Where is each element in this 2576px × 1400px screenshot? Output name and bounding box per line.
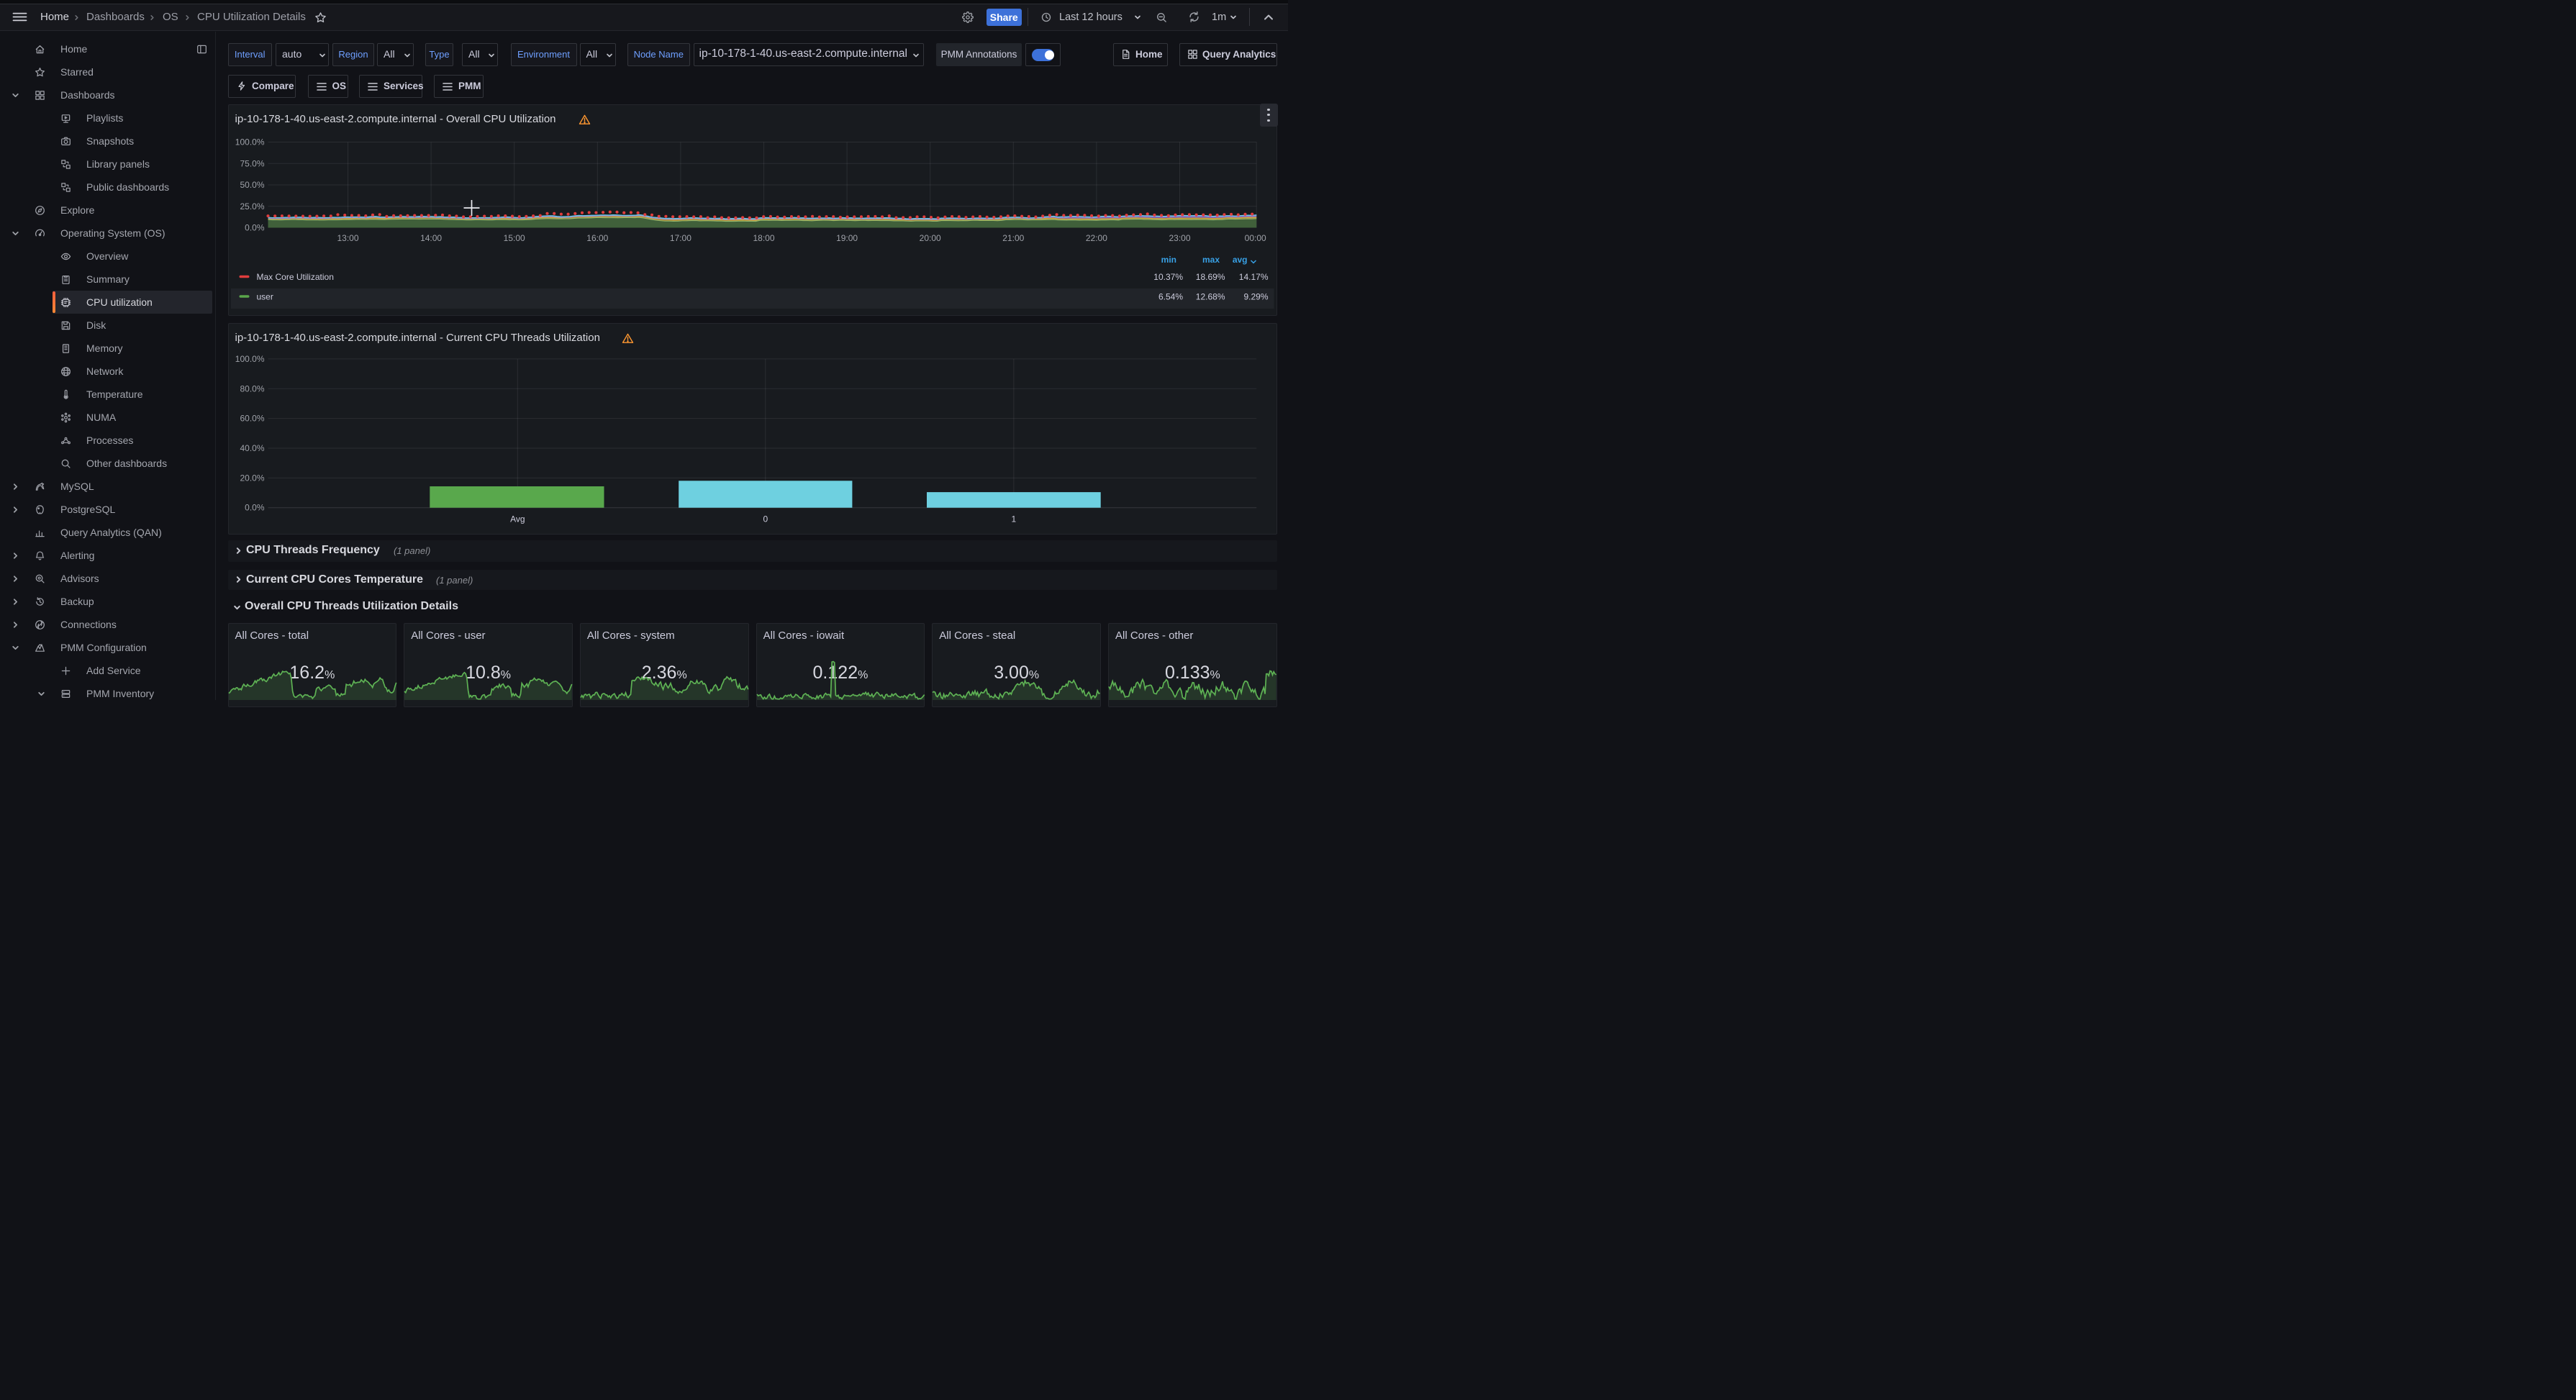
svg-text:0.0%: 0.0% <box>245 222 265 232</box>
svg-text:80.0%: 80.0% <box>240 383 264 394</box>
svg-text:22:00: 22:00 <box>1085 233 1107 243</box>
svg-text:18.69%: 18.69% <box>1195 271 1225 281</box>
svg-text:13:00: 13:00 <box>337 233 358 243</box>
svg-text:9.29%: 9.29% <box>1243 291 1268 301</box>
svg-text:Avg: Avg <box>510 514 525 524</box>
svg-text:user: user <box>256 291 273 301</box>
svg-text:12.68%: 12.68% <box>1195 291 1225 301</box>
svg-text:00:00: 00:00 <box>1244 233 1266 243</box>
svg-text:min: min <box>1161 255 1176 265</box>
svg-text:1: 1 <box>1011 514 1016 524</box>
svg-text:15:00: 15:00 <box>503 233 525 243</box>
svg-text:14:00: 14:00 <box>420 233 442 243</box>
svg-text:0: 0 <box>763 514 768 524</box>
svg-text:max: max <box>1202 255 1219 265</box>
svg-text:25.0%: 25.0% <box>240 201 264 211</box>
svg-text:10.37%: 10.37% <box>1153 271 1183 281</box>
svg-text:21:00: 21:00 <box>1002 233 1024 243</box>
svg-text:18:00: 18:00 <box>753 233 774 243</box>
svg-text:14.17%: 14.17% <box>1238 271 1268 281</box>
svg-text:40.0%: 40.0% <box>240 442 264 453</box>
svg-text:100.0%: 100.0% <box>235 353 264 363</box>
svg-text:17:00: 17:00 <box>669 233 691 243</box>
svg-text:avg: avg <box>1232 255 1247 265</box>
svg-text:6.54%: 6.54% <box>1158 291 1182 301</box>
svg-text:20.0%: 20.0% <box>240 473 264 483</box>
svg-text:60.0%: 60.0% <box>240 413 264 423</box>
svg-text:19:00: 19:00 <box>836 233 858 243</box>
svg-text:100.0%: 100.0% <box>235 137 264 147</box>
svg-text:0.0%: 0.0% <box>245 502 265 512</box>
svg-text:16:00: 16:00 <box>586 233 608 243</box>
svg-text:23:00: 23:00 <box>1169 233 1190 243</box>
svg-text:75.0%: 75.0% <box>240 158 264 168</box>
svg-text:50.0%: 50.0% <box>240 180 264 190</box>
svg-text:20:00: 20:00 <box>919 233 940 243</box>
svg-text:Max Core Utilization: Max Core Utilization <box>256 271 333 281</box>
